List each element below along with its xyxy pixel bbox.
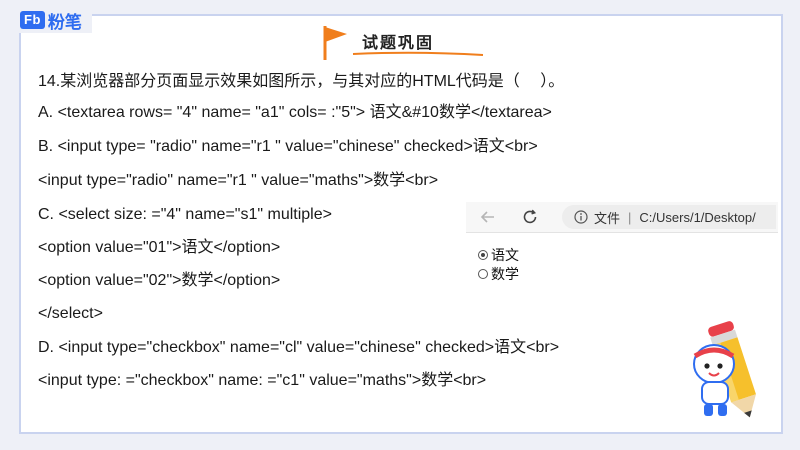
- option-c-line-3: <option value="02">数学</option>: [38, 272, 281, 289]
- address-bar[interactable]: 文件 | C:/Users/1/Desktop/: [562, 205, 776, 229]
- option-c-line-2: <option value="01">语文</option>: [38, 239, 281, 256]
- back-arrow-icon[interactable]: [478, 207, 498, 227]
- browser-preview: 文件 | C:/Users/1/Desktop/ 语文 数学: [466, 202, 778, 282]
- radio-option-maths[interactable]: 数学: [478, 264, 519, 284]
- brand-badge: Fb: [20, 11, 45, 29]
- address-path: C:/Users/1/Desktop/: [639, 209, 756, 225]
- option-d-line-1: D. <input type="checkbox" name="cl" valu…: [38, 339, 560, 356]
- brand-logo: Fb 粉笔: [10, 7, 92, 33]
- option-b-line-1: B. <input type= "radio" name="r1 " value…: [38, 138, 538, 155]
- radio-option-chinese[interactable]: 语文: [478, 245, 519, 265]
- address-label: 文件: [594, 210, 621, 226]
- radio-maths[interactable]: [478, 269, 488, 279]
- browser-toolbar: 文件 | C:/Users/1/Desktop/: [466, 202, 778, 233]
- info-icon[interactable]: [574, 210, 588, 224]
- radio-maths-label: 数学: [491, 266, 519, 282]
- radio-chinese-label: 语文: [491, 247, 519, 263]
- option-a-line: A. <textarea rows= "4" name= "a1" cols= …: [38, 104, 552, 121]
- option-c-line-1: C. <select size: ="4" name="s1" multiple…: [38, 206, 332, 223]
- banner-title: 试题巩固: [362, 33, 435, 52]
- radio-chinese[interactable]: [478, 250, 488, 260]
- option-c-line-4: </select>: [38, 305, 103, 322]
- brand-name: 粉笔: [47, 12, 82, 32]
- address-separator: |: [628, 209, 632, 225]
- question-stem: 14.某浏览器部分页面显示效果如图所示，与其对应的HTML代码是（ ）。: [38, 73, 565, 90]
- option-b-line-2: <input type="radio" name="r1 " value="ma…: [38, 172, 439, 189]
- option-d-line-2: <input type: ="checkbox" name: ="c1" val…: [38, 372, 487, 389]
- reload-icon[interactable]: [520, 207, 540, 227]
- pencil-mascot-icon: [693, 321, 756, 418]
